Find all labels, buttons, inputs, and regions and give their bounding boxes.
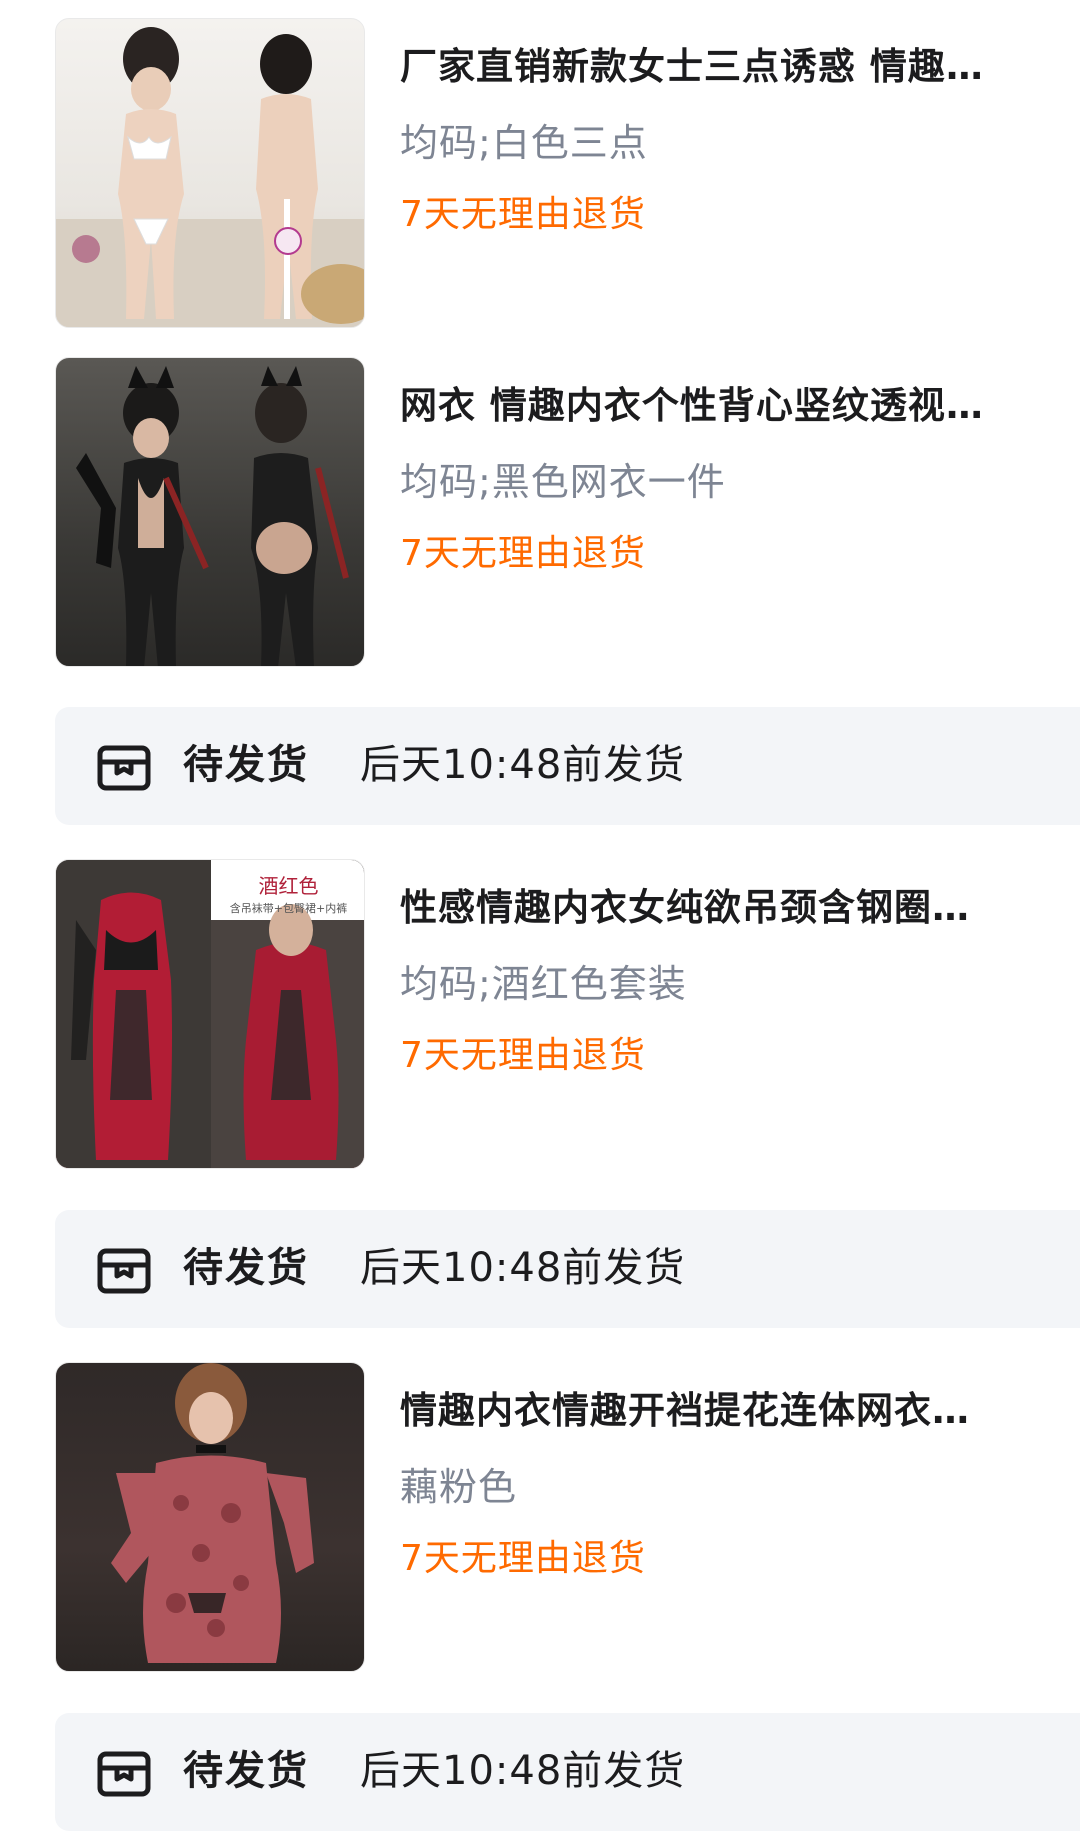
product-title[interactable]: 网衣 情趣内衣个性背心竖纹透视…	[400, 381, 1080, 431]
order-item[interactable]: 网衣 情趣内衣个性背心竖纹透视… 均码;黑色网衣一件 7天无理由退货	[55, 357, 1080, 669]
order-list: 厂家直销新款女士三点诱惑 情趣… 均码;白色三点 7天无理由退货 网衣 情趣内衣…	[0, 0, 1080, 1847]
product-image[interactable]	[55, 357, 365, 667]
return-policy: 7天无理由退货	[400, 194, 646, 235]
product-title[interactable]: 厂家直销新款女士三点诱惑 情趣…	[400, 42, 1080, 92]
shipping-deadline: 后天10:48前发货	[360, 1245, 686, 1291]
product-spec: 均码;黑色网衣一件	[400, 460, 726, 504]
package-icon	[97, 745, 151, 791]
product-image[interactable]: 酒红色 含吊袜带+包臀裙+内裤	[55, 859, 365, 1169]
shipping-status: 待发货	[183, 1245, 309, 1291]
product-spec: 均码;酒红色套装	[400, 962, 687, 1006]
shipping-status-bar[interactable]: 待发货 后天10:48前发货	[55, 707, 1080, 825]
return-policy: 7天无理由退货	[400, 1035, 646, 1076]
shipping-deadline: 后天10:48前发货	[360, 742, 686, 788]
shipping-status: 待发货	[183, 742, 309, 788]
product-spec: 藕粉色	[400, 1465, 518, 1509]
product-image[interactable]	[55, 18, 365, 328]
order-item[interactable]: 情趣内衣情趣开裆提花连体网衣… 藕粉色 7天无理由退货	[55, 1362, 1080, 1674]
order-item[interactable]: 厂家直销新款女士三点诱惑 情趣… 均码;白色三点 7天无理由退货	[55, 18, 1080, 330]
return-policy: 7天无理由退货	[400, 533, 646, 574]
shipping-status-bar[interactable]: 待发货 后天10:48前发货	[55, 1210, 1080, 1328]
image-label: 酒红色	[258, 874, 319, 898]
package-icon	[97, 1751, 151, 1797]
return-policy: 7天无理由退货	[400, 1538, 646, 1579]
image-sublabel: 含吊袜带+包臀裙+内裤	[229, 902, 348, 915]
product-title[interactable]: 性感情趣内衣女纯欲吊颈含钢圈…	[400, 883, 1080, 933]
shipping-status: 待发货	[183, 1748, 309, 1794]
package-icon	[97, 1248, 151, 1294]
order-item[interactable]: 酒红色 含吊袜带+包臀裙+内裤 性感情趣内衣女纯欲吊颈含钢圈… 均码;酒红色套装…	[55, 859, 1080, 1171]
product-title[interactable]: 情趣内衣情趣开裆提花连体网衣…	[400, 1386, 1080, 1436]
product-image[interactable]	[55, 1362, 365, 1672]
product-spec: 均码;白色三点	[400, 121, 648, 165]
shipping-deadline: 后天10:48前发货	[360, 1748, 686, 1794]
shipping-status-bar[interactable]: 待发货 后天10:48前发货	[55, 1713, 1080, 1831]
